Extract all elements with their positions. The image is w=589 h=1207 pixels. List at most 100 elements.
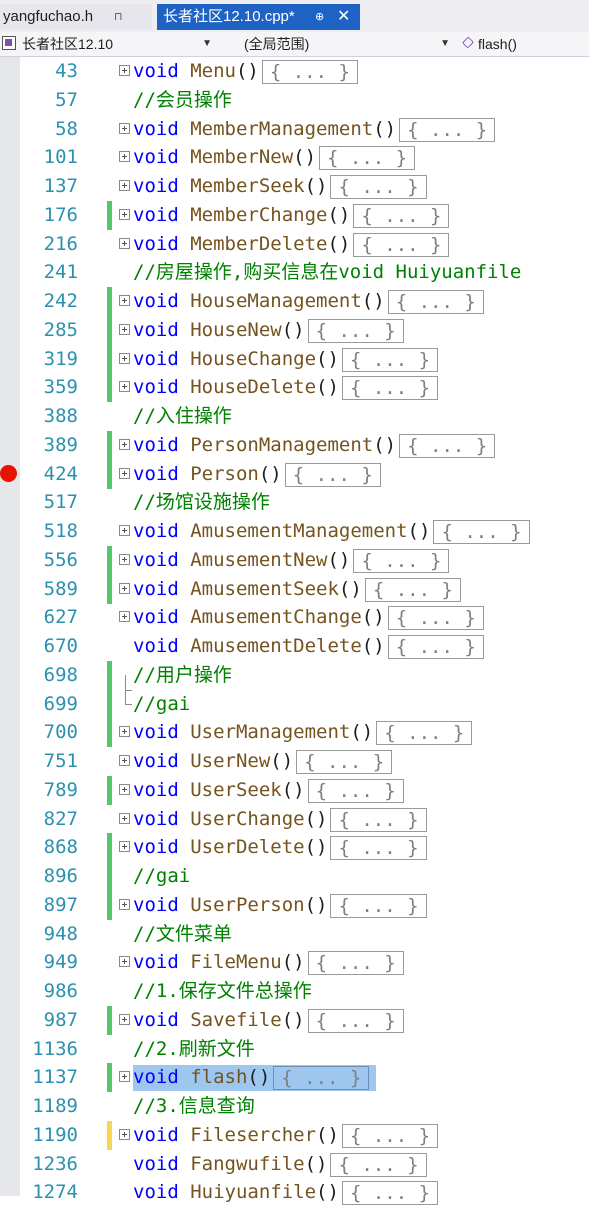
code-line-function[interactable]: 1274 void Huiyuanfile(){ ... } [0,1178,589,1207]
code-line-function[interactable]: 285 void HouseNew(){ ... } [0,316,589,345]
fold-expand-icon[interactable] [119,813,130,824]
collapsed-body[interactable]: { ... } [399,434,496,458]
collapsed-body[interactable]: { ... } [353,549,450,573]
code-line-function[interactable]: 389 void PersonManagement(){ ... } [0,431,589,460]
function-name[interactable]: Huiyuanfile [190,1181,316,1203]
collapsed-body[interactable]: { ... } [330,175,427,199]
collapsed-body[interactable]: { ... } [341,348,439,372]
code-line-function[interactable]: 1236 void Fangwufile(){ ... } [0,1150,589,1179]
fold-expand-icon[interactable] [119,295,130,306]
function-name[interactable]: Savefile [190,1009,282,1031]
function-name[interactable]: HouseNew [190,319,282,341]
collapsed-body[interactable]: { ... } [433,520,530,544]
code-line-comment[interactable]: 1136 //2.刷新文件 [0,1035,589,1064]
code-editor[interactable]: 43 void Menu(){ ... } 57//会员操作 58 void Membe… [0,57,589,1205]
code-line-function[interactable]: 868 void UserDelete(){ ... } [0,833,589,862]
code-line-function[interactable]: 137 void MemberSeek(){ ... } [0,172,589,201]
function-name[interactable]: AmusementSeek [190,578,339,600]
pin-icon[interactable]: ⊕ [315,4,324,30]
function-name[interactable]: HouseChange [190,348,316,370]
fold-expand-icon[interactable] [119,1071,130,1082]
code-line-function[interactable]: 670 void AmusementDelete(){ ... } [0,632,589,661]
code-line-function[interactable]: 589 void AmusementSeek(){ ... } [0,575,589,604]
collapsed-body[interactable]: { ... } [261,60,358,84]
collapsed-body[interactable]: { ... } [273,1066,370,1090]
code-line-function[interactable]: 700 void UserManagement(){ ... } [0,718,589,747]
project-scope-dropdown[interactable]: 长者社区12.10 ▼ [2,34,216,54]
collapsed-body[interactable]: { ... } [296,750,393,774]
function-name[interactable]: UserManagement [190,721,350,743]
fold-expand-icon[interactable] [119,209,130,220]
function-name[interactable]: UserPerson [190,894,304,916]
function-name[interactable]: AmusementChange [190,606,362,628]
fold-expand-icon[interactable] [119,123,130,134]
function-name[interactable]: Person [190,463,259,485]
function-name[interactable]: UserSeek [190,779,282,801]
fold-expand-icon[interactable] [119,611,130,622]
code-line-function[interactable]: 101 void MemberNew(){ ... } [0,143,589,172]
code-line-comment[interactable]: 948 //文件菜单 [0,920,589,949]
function-name[interactable]: Menu [190,60,236,82]
code-line-function[interactable]: 556 void AmusementNew(){ ... } [0,546,589,575]
code-line-comment[interactable]: 241 //房屋操作,购买信息在void Huiyuanfile [0,258,589,287]
function-name[interactable]: UserChange [190,808,304,830]
code-line-comment[interactable]: 388 //入住操作 [0,402,589,431]
code-line-function[interactable]: 176 void MemberChange(){ ... } [0,201,589,230]
function-name[interactable]: UserDelete [190,836,304,858]
dropdown-icon[interactable]: ▼ [202,34,212,54]
function-name[interactable]: HouseDelete [190,376,316,398]
function-name[interactable]: MemberNew [190,146,293,168]
code-line-comment[interactable]: 698 //用户操作 [0,661,589,691]
fold-expand-icon[interactable] [119,1014,130,1025]
code-line-function[interactable]: 827 void UserChange(){ ... } [0,805,589,834]
tab-yangfuchao-h[interactable]: yangfuchao.h ⊓ [0,4,152,30]
code-line-function[interactable]: 359 void HouseDelete(){ ... } [0,373,589,402]
fold-expand-icon[interactable] [119,755,130,766]
function-name[interactable]: FileMenu [190,951,282,973]
collapsed-body[interactable]: { ... } [307,1009,404,1033]
collapsed-body[interactable]: { ... } [364,578,461,602]
collapsed-body[interactable]: { ... } [307,779,404,803]
collapsed-body[interactable]: { ... } [353,204,450,228]
function-name[interactable]: AmusementManagement [190,520,407,542]
code-line-function[interactable]: 518 void AmusementManagement(){ ... } [0,517,589,546]
code-line-function[interactable]: 319 void HouseChange(){ ... } [0,345,589,374]
code-line-comment[interactable]: 1189 //3.信息查询 [0,1092,589,1121]
code-line-comment[interactable]: 986 //1.保存文件总操作 [0,977,589,1006]
collapsed-body[interactable]: { ... } [330,808,427,832]
dropdown-icon[interactable]: ▼ [440,34,450,54]
pin-icon[interactable]: ⊓ [114,4,123,30]
code-line-function[interactable]: 751 void UserNew(){ ... } [0,747,589,776]
code-line-function[interactable]: 424 void Person(){ ... } [0,460,589,489]
function-name[interactable]: MemberChange [190,204,327,226]
collapsed-body[interactable]: { ... } [399,118,496,142]
collapsed-body[interactable]: { ... } [319,146,416,170]
fold-expand-icon[interactable] [119,726,130,737]
fold-expand-icon[interactable] [119,784,130,795]
function-name[interactable]: MemberManagement [190,118,373,140]
code-line-function[interactable]: 1190 void Filesercher(){ ... } [0,1121,589,1150]
code-line-comment[interactable]: 517 //场馆设施操作 [0,488,589,517]
function-dropdown[interactable]: flash() [458,34,588,54]
collapsed-body[interactable]: { ... } [307,951,404,975]
code-line-function[interactable]: 43 void Menu(){ ... } [0,57,589,86]
range-dropdown[interactable]: (全局范围) ▼ [222,34,454,54]
code-line-comment[interactable]: 896 //gai [0,862,589,891]
collapsed-body[interactable]: { ... } [387,635,484,659]
tab-active-cpp[interactable]: 长者社区12.10.cpp* ⊕ ✕ [157,4,360,30]
collapsed-body[interactable]: { ... } [330,1153,427,1177]
collapsed-body[interactable]: { ... } [330,836,427,860]
fold-expand-icon[interactable] [119,468,130,479]
code-line-function[interactable]: 789 void UserSeek(){ ... } [0,776,589,805]
fold-expand-icon[interactable] [119,439,130,450]
fold-expand-icon[interactable] [119,554,130,565]
fold-expand-icon[interactable] [119,956,130,967]
function-name[interactable]: flash [190,1066,247,1088]
fold-expand-icon[interactable] [119,899,130,910]
collapsed-body[interactable]: { ... } [341,1181,439,1205]
fold-expand-icon[interactable] [119,151,130,162]
code-line-comment[interactable]: 699 //gai [0,690,589,719]
function-name[interactable]: AmusementDelete [190,635,362,657]
code-line-function[interactable]: 987 void Savefile(){ ... } [0,1006,589,1035]
fold-expand-icon[interactable] [119,180,130,191]
